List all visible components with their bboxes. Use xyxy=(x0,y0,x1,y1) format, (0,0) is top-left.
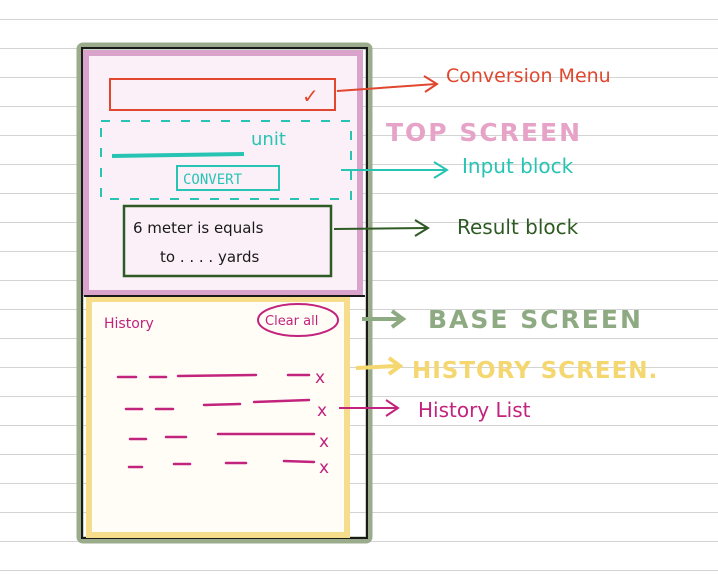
annotation-conversion-menu: Conversion Menu xyxy=(446,65,611,87)
result-line-1: 6 meter is equals xyxy=(133,219,264,237)
dropdown-check-icon: ✓ xyxy=(302,84,319,108)
unit-label: unit xyxy=(251,129,286,150)
annotation-result-block: Result block xyxy=(457,215,579,239)
clear-all-label: Clear all xyxy=(265,314,318,329)
base-screen xyxy=(86,296,350,538)
history-delete-icon[interactable]: x xyxy=(315,368,325,388)
history-delete-icon[interactable]: x xyxy=(319,432,329,452)
result-line-2: to . . . . yards xyxy=(160,248,259,266)
convert-button-label: CONVERT xyxy=(183,172,243,188)
annotation-base-screen: BASE SCREEN xyxy=(428,305,643,334)
wireframe-sketch: ✓ unit CONVERT 6 meter is equals to . . … xyxy=(76,42,658,544)
history-title: History xyxy=(104,316,154,332)
annotation-input-block: Input block xyxy=(462,154,574,178)
history-delete-icon[interactable]: x xyxy=(317,401,327,421)
history-screen-arrow xyxy=(355,356,404,376)
annotation-history-screen: HISTORY SCREEN. xyxy=(412,358,658,384)
history-delete-icon[interactable]: x xyxy=(319,458,329,478)
annotation-history-list: History List xyxy=(418,398,531,422)
input-field[interactable] xyxy=(111,152,245,158)
annotation-top-screen: TOP SCREEN xyxy=(386,118,582,147)
